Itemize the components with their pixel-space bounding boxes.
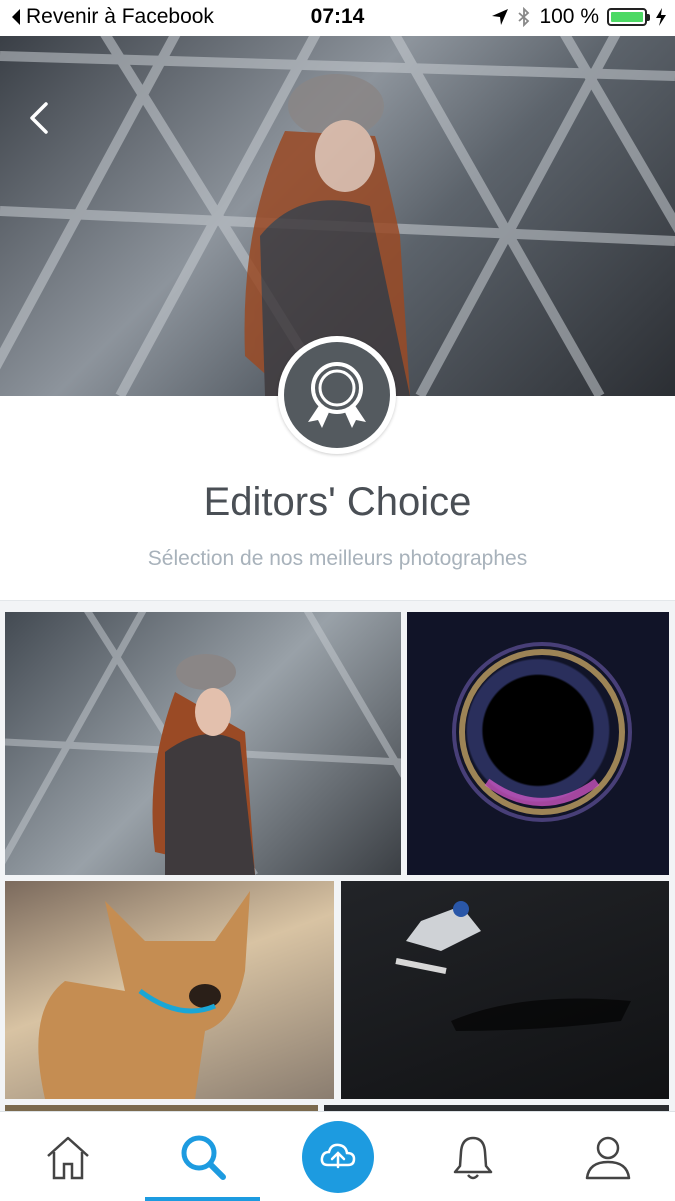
status-indicators: 100 % <box>491 5 667 29</box>
tab-search[interactable] <box>145 1112 260 1201</box>
tab-home[interactable] <box>10 1112 125 1201</box>
location-arrow-icon <box>492 9 509 25</box>
home-icon <box>46 1136 89 1179</box>
photo-tile-dog-graphic <box>38 891 251 1099</box>
search-icon <box>181 1135 226 1180</box>
battery-fill <box>611 12 643 22</box>
back-button[interactable] <box>22 98 62 138</box>
battery-icon <box>607 8 650 26</box>
status-bar: Revenir à Facebook 07:14 100 % <box>0 0 675 36</box>
badge-inner <box>284 342 390 448</box>
photo-tile-tiny-planet-graphic <box>452 642 632 822</box>
photo-tile-tiny-planet[interactable] <box>407 612 669 875</box>
tab-notifications[interactable] <box>415 1112 530 1201</box>
user-icon <box>585 1136 630 1179</box>
tab-profile[interactable] <box>550 1112 665 1201</box>
page-subtitle: Sélection de nos meilleurs photographes <box>147 547 528 570</box>
tab-upload[interactable] <box>280 1112 395 1201</box>
photo-tile-dog[interactable] <box>5 881 334 1099</box>
editors-choice-badge <box>278 336 396 454</box>
photo-tile-skateboarder[interactable] <box>341 881 669 1099</box>
photo-tile-portrait[interactable] <box>5 612 401 875</box>
battery-percent: 100 % <box>539 5 599 28</box>
tab-bar <box>0 1111 675 1201</box>
page-title: Editors' Choice <box>203 480 472 524</box>
charging-bolt-icon <box>656 8 666 26</box>
photo-tile-skateboarder-graphic <box>395 901 631 1031</box>
photo-grid <box>0 601 675 1115</box>
bell-icon <box>453 1136 492 1179</box>
upload-button[interactable] <box>301 1120 374 1193</box>
bluetooth-icon <box>518 7 530 27</box>
cloud-upload-icon <box>320 1143 355 1168</box>
award-ribbon-icon <box>308 362 366 428</box>
photo-tile-portrait-graphic <box>5 612 401 875</box>
